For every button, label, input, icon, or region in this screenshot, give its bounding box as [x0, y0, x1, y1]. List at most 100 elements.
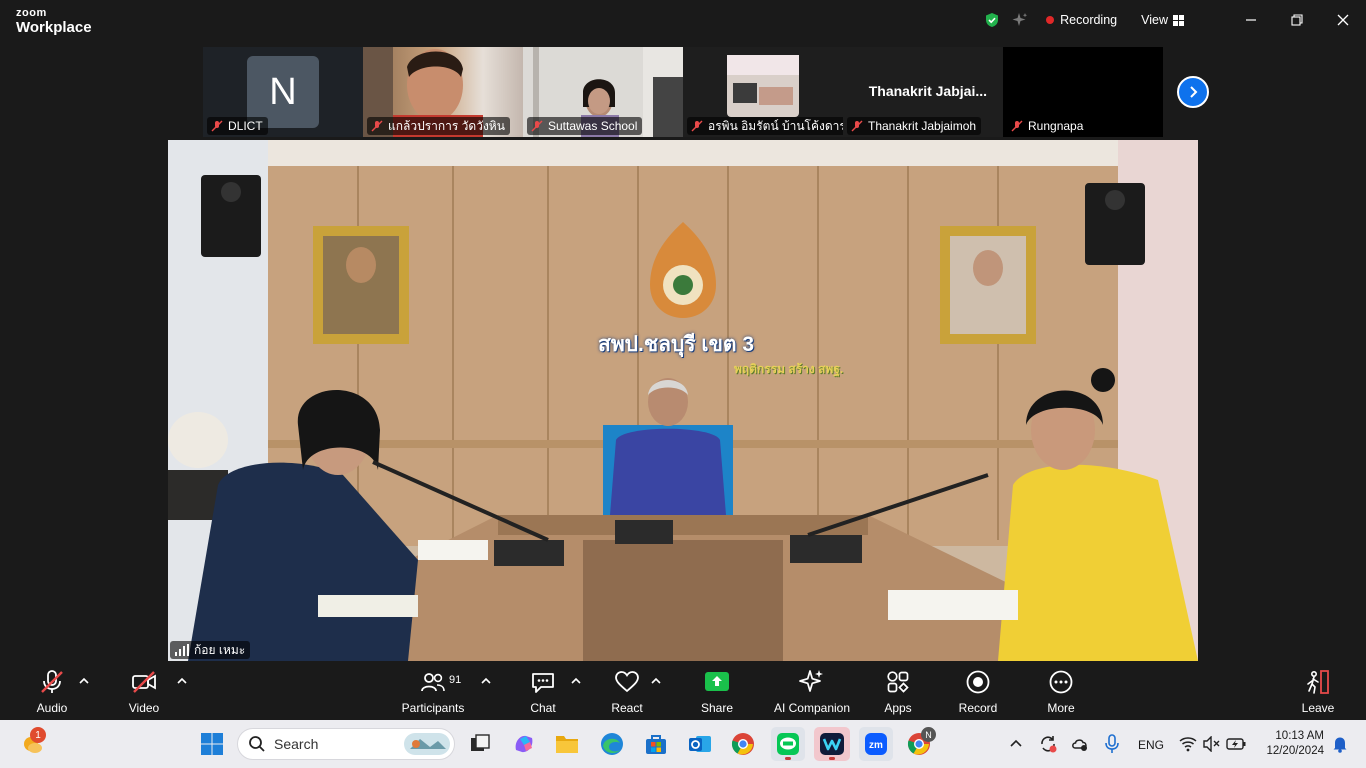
more-button[interactable]: More — [1021, 669, 1101, 715]
sync-icon — [1041, 736, 1057, 753]
copilot-icon — [515, 735, 533, 753]
edge-browser-icon — [601, 733, 623, 755]
share-button[interactable]: Share — [677, 669, 757, 715]
taskbar-search[interactable]: Search — [237, 728, 455, 760]
brand-zoom: zoom — [16, 7, 47, 19]
meeting-room-scene — [168, 140, 1198, 661]
participants-options-chevron-up-icon[interactable] — [480, 675, 492, 687]
search-label: Search — [274, 736, 319, 752]
tray-sync-app[interactable] — [1034, 730, 1062, 758]
record-button[interactable]: Record — [938, 669, 1018, 715]
more-label: More — [1047, 701, 1075, 715]
store-bag-icon — [646, 735, 666, 754]
copilot-app[interactable] — [510, 730, 538, 758]
participant-tile[interactable]: อรพิน อิมรัตน์ บ้านโค้งดารา — [683, 47, 843, 137]
heart-icon — [615, 671, 639, 693]
ai-sparkle-icon[interactable] — [1012, 12, 1028, 28]
participant-name: DLICT — [207, 117, 268, 135]
participant-name-text: อรพิน อิมรัตน์ บ้านโค้งดารา — [708, 118, 843, 133]
line-app[interactable] — [771, 727, 805, 761]
notifications-button[interactable] — [1326, 730, 1354, 758]
participant-tile[interactable]: แกล้วปราการ วัดวังหิน — [363, 47, 523, 137]
participants-label: Participants — [401, 701, 465, 715]
active-speaker-video[interactable]: สพป.ชลบุรี เขต 3 พฤติกรรม สร้าง สพฐ. ก้อ… — [168, 140, 1198, 661]
chevron-right-icon — [1190, 86, 1198, 98]
record-icon — [966, 670, 990, 694]
webex-icon — [820, 733, 844, 755]
show-hidden-icons-button[interactable] — [1002, 730, 1030, 758]
react-options-chevron-up-icon[interactable] — [650, 675, 662, 687]
video-options-chevron-up-icon[interactable] — [176, 675, 188, 687]
chat-options-chevron-up-icon[interactable] — [570, 675, 582, 687]
muted-mic-icon — [211, 120, 223, 132]
record-label: Record — [958, 701, 998, 715]
restore-icon — [1291, 14, 1303, 26]
participants-count: 91 — [449, 674, 462, 686]
task-view-button[interactable] — [466, 730, 494, 758]
active-speaker-name: ก้อย เหมะ — [170, 641, 251, 659]
recording-dot-icon — [1046, 16, 1055, 24]
muted-mic-icon — [41, 670, 63, 693]
apps-icon — [887, 671, 909, 693]
tray-battery[interactable] — [1222, 730, 1250, 758]
participant-tile[interactable]: Thanakrit Jabjai... Thanakrit Jabjaimoh — [843, 47, 1003, 137]
minimize-button[interactable] — [1228, 0, 1274, 40]
gallery-grid-icon[interactable] — [1173, 14, 1184, 26]
participant-name-text: DLICT — [228, 119, 263, 133]
battery-charging-icon — [1226, 738, 1246, 750]
next-page-button[interactable] — [1177, 76, 1209, 108]
audio-label: Audio — [36, 701, 68, 715]
edge-app[interactable] — [598, 730, 626, 758]
participant-name: Rungnapa — [1007, 117, 1089, 135]
notification-bell-icon — [1333, 737, 1347, 753]
participant-tile[interactable]: Rungnapa — [1003, 47, 1163, 137]
participant-name: แกล้วปราการ วัดวังหิน — [367, 117, 510, 135]
apps-button[interactable]: Apps — [858, 669, 938, 715]
participants-icon — [421, 673, 445, 692]
title-bar: zoom Workplace Recording View — [0, 0, 1366, 44]
participant-tile[interactable]: N DLICT — [203, 47, 363, 137]
meeting-controls: Audio Video Participants 91 Chat React S… — [0, 661, 1366, 719]
view-menu[interactable]: View — [1141, 13, 1168, 27]
outlook-app[interactable] — [686, 730, 714, 758]
chrome-app[interactable] — [729, 730, 757, 758]
ai-companion-button[interactable]: AI Companion — [772, 669, 852, 715]
wifi-icon — [1179, 737, 1197, 752]
participant-name: Suttawas School — [527, 117, 643, 135]
tray-network-status[interactable] — [1066, 730, 1094, 758]
maximize-button[interactable] — [1274, 0, 1320, 40]
line-messenger-icon — [777, 733, 799, 755]
tray-microphone[interactable] — [1098, 730, 1126, 758]
input-language[interactable]: ENG — [1138, 738, 1164, 752]
chat-label: Chat — [530, 701, 556, 715]
audio-options-chevron-up-icon[interactable] — [78, 675, 90, 687]
running-indicator — [829, 757, 835, 760]
zoom-app[interactable]: zm — [859, 727, 893, 761]
leave-door-icon — [1307, 670, 1329, 694]
webex-app[interactable] — [814, 727, 850, 761]
share-screen-icon — [705, 672, 729, 691]
muted-mic-icon — [851, 120, 863, 132]
apps-label: Apps — [884, 701, 912, 715]
room-sign-slogan: พฤติกรรม สร้าง สพฐ. — [734, 362, 844, 376]
security-shield-icon[interactable] — [984, 12, 1000, 28]
taskbar-clock[interactable]: 10:13 AM 12/20/2024 — [1266, 729, 1324, 759]
clock-date: 12/20/2024 — [1266, 745, 1324, 757]
recording-indicator[interactable]: Recording — [1060, 13, 1117, 27]
start-button[interactable] — [198, 730, 226, 758]
microsoft-store-app[interactable] — [642, 730, 670, 758]
participant-tile[interactable]: Suttawas School — [523, 47, 683, 137]
video-button[interactable]: Video — [104, 669, 184, 715]
windows-taskbar: Search zm N ENG 10:13 AM 12/20/2024 — [0, 720, 1366, 768]
participant-name: Thanakrit Jabjaimoh — [847, 117, 982, 135]
zoom-app-icon: zm — [865, 733, 887, 755]
participant-name-text: Thanakrit Jabjaimoh — [868, 119, 977, 133]
more-options-icon — [1049, 670, 1073, 694]
ai-companion-sparkle-icon — [799, 670, 823, 692]
leave-button[interactable]: Leave — [1278, 669, 1358, 715]
task-view-icon — [471, 734, 490, 751]
search-highlight-icon — [404, 733, 450, 755]
share-label: Share — [700, 701, 734, 715]
close-button[interactable] — [1320, 0, 1366, 40]
file-explorer-app[interactable] — [553, 730, 581, 758]
